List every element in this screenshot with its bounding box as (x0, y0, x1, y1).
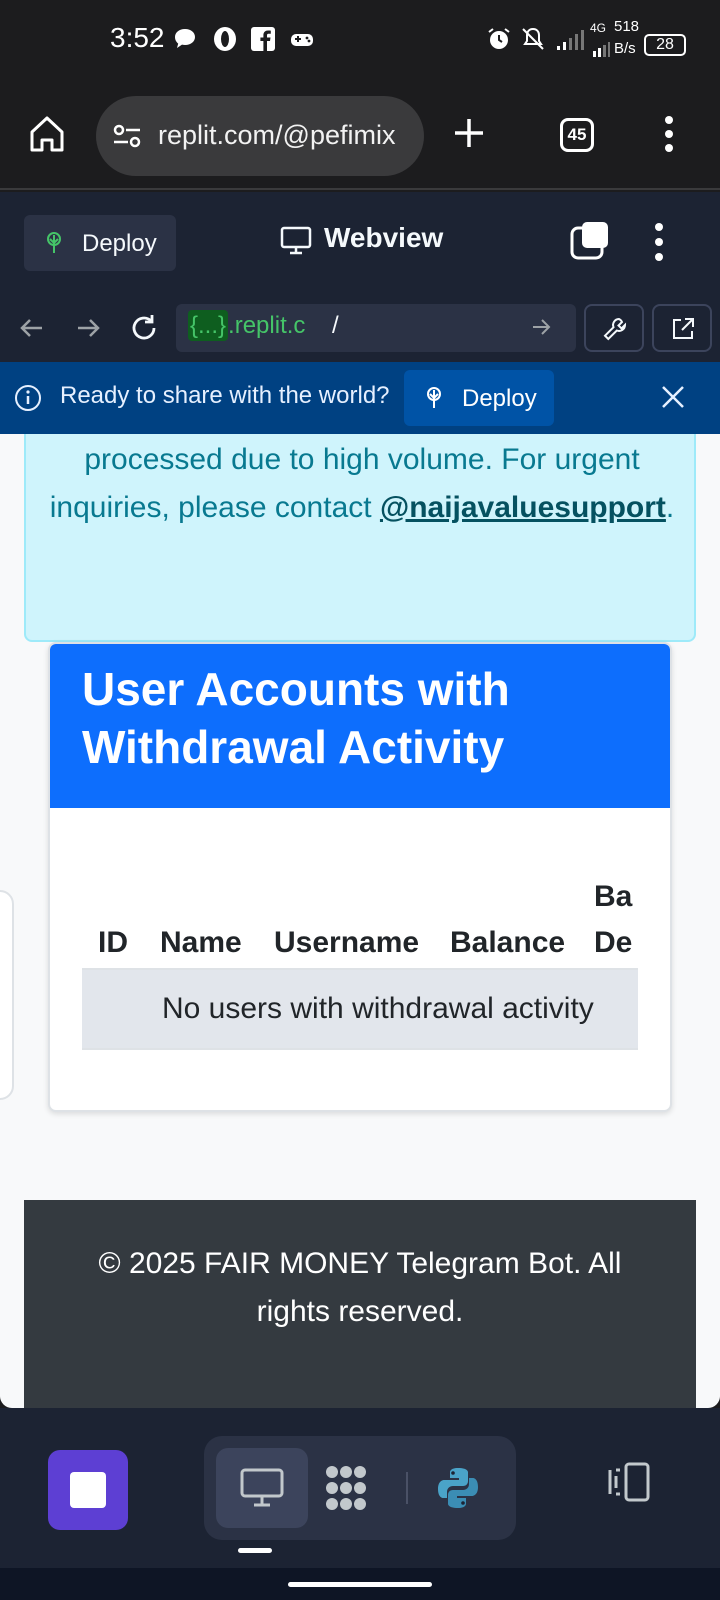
chat-notification-icon (172, 26, 198, 59)
column-header-name: Name (160, 926, 242, 959)
deploy-button[interactable]: Deploy (24, 215, 176, 271)
dock-divider (406, 1472, 408, 1504)
column-header-balance: Balance (450, 926, 566, 959)
network-type: 4G (590, 21, 607, 35)
python-icon[interactable] (436, 1466, 480, 1515)
status-time: 3:52 (110, 22, 165, 53)
column-header-balance-deducted-top: Ba (594, 880, 633, 913)
data-speed-value: 518 (614, 18, 640, 35)
accounts-table[interactable]: ID Name Username Balance Ba De No users … (82, 844, 638, 1054)
status-bar: 3:52 4G 518 B/s 28 (0, 0, 720, 80)
info-icon (14, 384, 42, 417)
dock-webview-tab[interactable] (216, 1448, 308, 1528)
card-header: User Accounts with Withdrawal Activity (50, 644, 670, 808)
open-external-button[interactable] (652, 304, 712, 352)
deploy-banner: Ready to share with the world? Deploy (0, 362, 720, 434)
tab-switcher-icon[interactable]: 45 (560, 118, 594, 152)
muted-bell-icon (520, 26, 546, 59)
alarm-icon (486, 26, 512, 59)
banner-deploy-label: Deploy (462, 385, 537, 412)
withdrawal-accounts-card: User Accounts with Withdrawal Activity I… (48, 642, 672, 1112)
column-header-balance-deducted-bottom: De (594, 926, 633, 959)
system-navigation-bar (0, 1568, 720, 1600)
forward-arrow-icon[interactable] (74, 314, 102, 347)
replit-header: Deploy Webview (0, 192, 720, 298)
close-icon[interactable] (660, 384, 686, 415)
home-gesture-handle[interactable] (288, 1582, 432, 1587)
column-header-id: ID (98, 926, 128, 959)
site-settings-icon[interactable] (112, 122, 142, 155)
go-arrow-icon[interactable] (530, 316, 552, 343)
notice-text-end: . (665, 491, 675, 524)
webview-url-path: / (332, 312, 339, 339)
empty-table-message: No users with withdrawal activity (162, 992, 594, 1025)
support-link[interactable]: @naijavaluesupport (380, 491, 666, 524)
data-speed-unit: B/s (614, 40, 636, 57)
table-row: No users with withdrawal activity (82, 968, 638, 1050)
signal-weak-icon (556, 26, 586, 59)
open-external-icon (670, 316, 696, 347)
webview-monitor-icon (240, 1468, 284, 1513)
shell-icon[interactable] (320, 1462, 372, 1519)
new-window-icon[interactable] (570, 220, 610, 265)
banner-message: Ready to share with the world? (60, 382, 390, 409)
browser-toolbar: replit.com/@pefimix 45 (0, 80, 720, 190)
url-bar[interactable]: replit.com/@pefimix (96, 96, 424, 176)
webview-url-host-badge: {...} (188, 310, 229, 341)
opera-icon (212, 26, 238, 59)
gamepad-icon (288, 26, 316, 59)
new-tab-icon[interactable] (452, 116, 486, 155)
webview-page: processed due to high volume. For urgent… (0, 434, 720, 1408)
dock-tool-group (204, 1436, 516, 1540)
split-panel-icon[interactable] (606, 1462, 654, 1507)
stop-icon (70, 1472, 106, 1508)
column-header-username: Username (274, 926, 420, 959)
notice-text: processed due to high volume. For urgent… (46, 436, 678, 532)
webview-url-field[interactable]: {...}.replit.c / (176, 304, 576, 352)
notice-alert: processed due to high volume. For urgent… (24, 434, 696, 642)
replit-dock (0, 1408, 720, 1568)
url-text: replit.com/@pefimix (158, 120, 396, 150)
signal-icon (592, 36, 610, 64)
card-title: User Accounts with Withdrawal Activity (82, 663, 510, 773)
deploy-button-label: Deploy (82, 230, 157, 257)
webview-address-bar: {...}.replit.c / (0, 298, 720, 362)
overflow-menu-icon[interactable] (664, 116, 674, 157)
devtools-wrench-icon (602, 316, 628, 347)
webview-url-host: {...}.replit.c (188, 310, 306, 341)
devtools-button[interactable] (584, 304, 644, 352)
deploy-icon (42, 231, 66, 260)
facebook-icon (250, 26, 276, 59)
panel-indicator (238, 1548, 272, 1553)
footer-copyright: © 2025 FAIR MONEY Telegram Bot. All righ… (98, 1247, 622, 1328)
monitor-icon (280, 226, 312, 261)
webview-url-host-text: .replit.c (228, 312, 306, 339)
battery-icon: 28 (644, 28, 686, 56)
deploy-icon (422, 386, 446, 415)
home-icon[interactable] (28, 114, 66, 159)
battery-level: 28 (644, 34, 686, 56)
webview-title: Webview (324, 222, 444, 253)
back-arrow-icon[interactable] (18, 314, 46, 347)
reload-icon[interactable] (128, 312, 160, 349)
stop-button[interactable] (48, 1450, 128, 1530)
page-footer: © 2025 FAIR MONEY Telegram Bot. All righ… (24, 1200, 696, 1408)
banner-deploy-button[interactable]: Deploy (404, 370, 554, 426)
kebab-menu-icon[interactable] (654, 222, 664, 267)
adjacent-card-edge (0, 890, 14, 1100)
